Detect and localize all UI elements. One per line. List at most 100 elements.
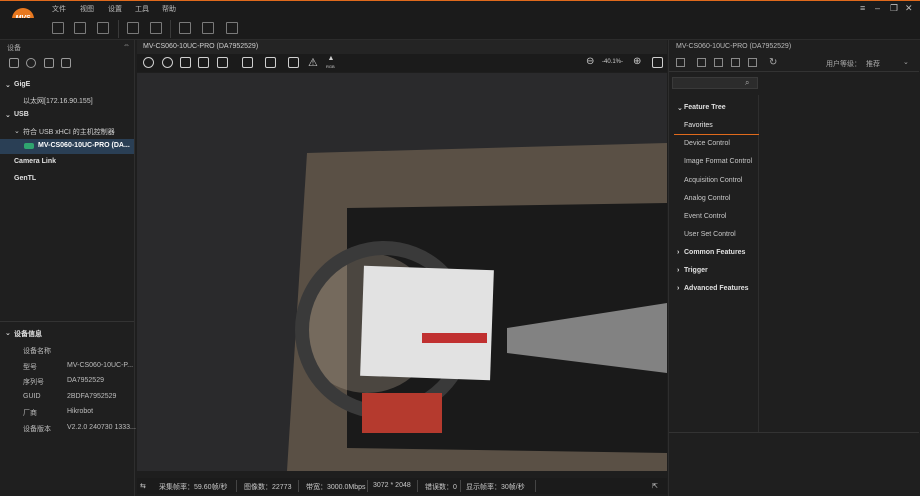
chevron-right-icon[interactable]: › [677,267,679,274]
histogram-icon[interactable] [288,57,299,68]
status-divider [298,480,299,492]
split-view-icon[interactable] [242,57,253,68]
status-divider [417,480,418,492]
info-label: 设备名称 [23,348,51,355]
zoom-in-icon[interactable]: ⊕ [633,56,641,67]
record-icon[interactable] [162,57,173,68]
camera-connected-icon [24,143,34,149]
panel-collapse-icon[interactable]: ⇔ [123,42,130,49]
chevron-down-icon[interactable]: ⌄ [5,329,11,337]
chart-icon[interactable] [202,22,214,34]
feature-properties [760,72,918,432]
device-panel-title: 设备 [7,45,21,52]
save-icon[interactable] [74,22,86,34]
waveform-icon[interactable] [179,22,191,34]
search-icon[interactable]: ⌕ [745,78,749,88]
feature-user-set-control[interactable]: User Set Control [684,231,736,238]
stop-capture-icon[interactable] [143,57,154,68]
tree-usb[interactable]: USB [14,111,29,118]
status-divider [367,480,368,492]
collapse-icon[interactable]: ⇆ [140,482,146,490]
info-value: DA7952529 [67,377,104,384]
chevron-down-icon[interactable]: ⌄ [5,81,11,89]
feature-device-control[interactable]: Device Control [684,140,730,147]
video-icon[interactable] [217,57,228,68]
menu-view[interactable]: 视图 [80,4,94,14]
info-value: MV-CS060-10UC-P... [67,362,134,369]
restore-icon[interactable]: ❐ [890,3,898,14]
info-label: GUID [23,393,41,400]
fullscreen-icon[interactable] [150,22,162,34]
menu-tools[interactable]: 工具 [135,4,149,14]
feature-image-format-control[interactable]: Image Format Control [684,158,752,165]
import-icon[interactable] [714,58,723,67]
chevron-down-icon[interactable]: ⌄ [14,127,20,135]
expand-icon[interactable]: ⇱ [652,482,658,490]
feature-analog-control[interactable]: Analog Control [684,195,730,202]
zoom-out-icon[interactable]: ⊖ [586,56,594,67]
feature-panel-title: MV-CS060-10UC-PRO (DA7952529) [676,43,792,50]
menu-help[interactable]: 帮助 [162,4,176,14]
menu-icon[interactable]: ≡ [860,3,865,13]
fit-window-icon[interactable] [180,57,191,68]
crop-icon[interactable] [652,57,663,68]
warning-icon[interactable]: ⚠ [308,56,318,69]
filter-icon[interactable] [9,58,19,68]
edit-icon[interactable] [97,22,109,34]
info-value: 2BDFA7952529 [67,393,117,400]
feature-acquisition-control[interactable]: Acquisition Control [684,177,742,184]
user-level-select[interactable]: 推荐 [866,59,880,69]
copy-icon[interactable] [61,58,71,68]
info-label: 序列号 [23,379,44,386]
status-resolution: 3072 * 2048 [373,482,411,489]
selected-underline [674,134,759,135]
status-display-rate: 显示帧率：30帧/秒 [466,484,525,491]
feature-tree-title[interactable]: Feature Tree [684,104,726,111]
user-level-label: 用户等级： [826,61,861,68]
status-capture-rate: 采集帧率：59.60帧/秒 [159,484,228,491]
add-device-icon[interactable] [44,58,54,68]
tree-gige-interface[interactable]: 以太网[172.16.90.155] [23,96,93,106]
rgb-icon[interactable]: ▲ [326,55,336,62]
camera-image[interactable] [137,73,667,471]
feature-advanced-features[interactable]: Advanced Features [684,285,749,292]
menu-settings[interactable]: 设置 [108,4,122,14]
chevron-right-icon[interactable]: › [677,249,679,256]
info-label: 型号 [23,364,37,371]
feature-trigger[interactable]: Trigger [684,267,708,274]
toolbar-divider [170,20,171,38]
tree-view-icon[interactable] [697,58,706,67]
tree-usb-controller[interactable]: 符合 USB xHCI 的主机控制器 [23,127,115,137]
menu-file[interactable]: 文件 [52,4,66,14]
zoom-level[interactable]: -40.1%- [602,59,623,65]
tree-gige[interactable]: GigE [14,81,30,88]
info-label: 厂商 [23,410,37,417]
calculator-icon[interactable] [226,22,238,34]
chevron-right-icon[interactable]: › [677,285,679,292]
grid-icon[interactable] [265,57,276,68]
chevron-down-icon[interactable]: ⌄ [903,58,909,66]
tree-usb-device[interactable]: MV-CS060-10UC-PRO (DA... [38,142,130,149]
rgb-label: RGB [326,64,335,69]
list-view-icon[interactable] [676,58,685,67]
refresh-icon[interactable]: ↻ [769,57,777,68]
snapshot-icon[interactable] [198,57,209,68]
info-label: 设备版本 [23,426,51,433]
layout-icon[interactable] [127,22,139,34]
minimize-icon[interactable]: – [875,3,880,13]
chevron-down-icon[interactable]: ⌄ [5,111,11,119]
feature-event-control[interactable]: Event Control [684,213,726,220]
status-divider [460,480,461,492]
tree-gentl[interactable]: GenTL [14,175,36,182]
feature-common-features[interactable]: Common Features [684,249,745,256]
close-icon[interactable]: ✕ [905,3,913,14]
panel-divider [669,432,919,433]
feature-favorites[interactable]: Favorites [684,122,713,129]
save-params-icon[interactable] [748,58,757,67]
stop-icon[interactable] [26,58,36,68]
open-folder-icon[interactable] [52,22,64,34]
tree-camera-link[interactable]: Camera Link [14,158,56,165]
status-frame-count: 图像数：22773 [244,484,292,491]
export-icon[interactable] [731,58,740,67]
chevron-down-icon[interactable]: ⌄ [677,104,683,112]
